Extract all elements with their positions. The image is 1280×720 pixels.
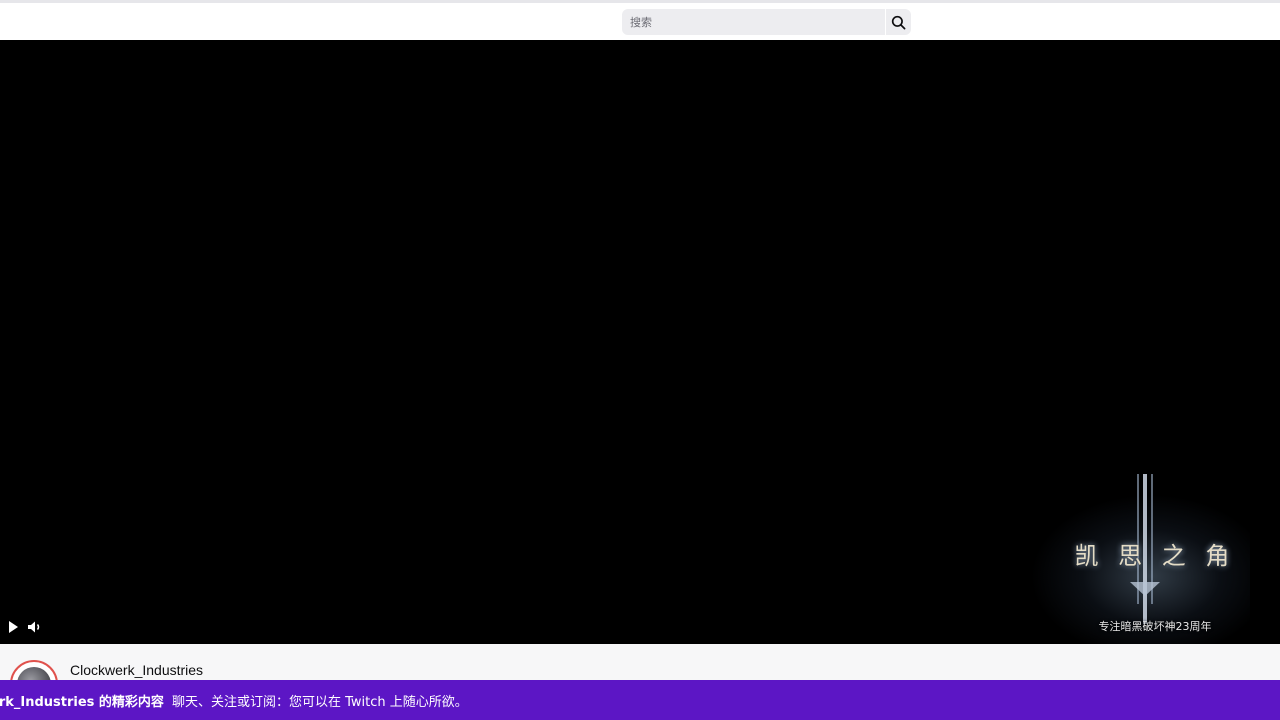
search-box [622, 9, 911, 35]
promo-subtitle: 专注暗黑破坏神23周年 [1098, 620, 1212, 633]
search-icon [891, 15, 906, 29]
promo-overlay[interactable]: 凯 思 之 角 专注暗黑破坏神23周年 [990, 474, 1280, 644]
channel-info-bar: Clockwerk_Industries [0, 644, 1280, 708]
play-button[interactable] [4, 618, 22, 636]
video-player[interactable]: 凯 思 之 角 专注暗黑破坏神23周年 [0, 40, 1280, 644]
banner-message: 聊天、关注或订阅：您可以在 Twitch 上随心所欲。 [171, 694, 468, 710]
promo-title: 凯 思 之 角 [1074, 542, 1236, 570]
banner-headline: erk_Industries 的精彩内容 [0, 694, 164, 710]
play-icon [9, 621, 18, 633]
top-nav-bar [0, 0, 1280, 40]
search-input[interactable] [622, 9, 885, 35]
signup-banner[interactable]: erk_Industries 的精彩内容 聊天、关注或订阅：您可以在 Twitc… [0, 680, 1280, 720]
channel-name[interactable]: Clockwerk_Industries [70, 662, 203, 678]
volume-button[interactable] [26, 618, 44, 636]
search-button[interactable] [885, 9, 911, 35]
volume-icon [28, 621, 40, 633]
